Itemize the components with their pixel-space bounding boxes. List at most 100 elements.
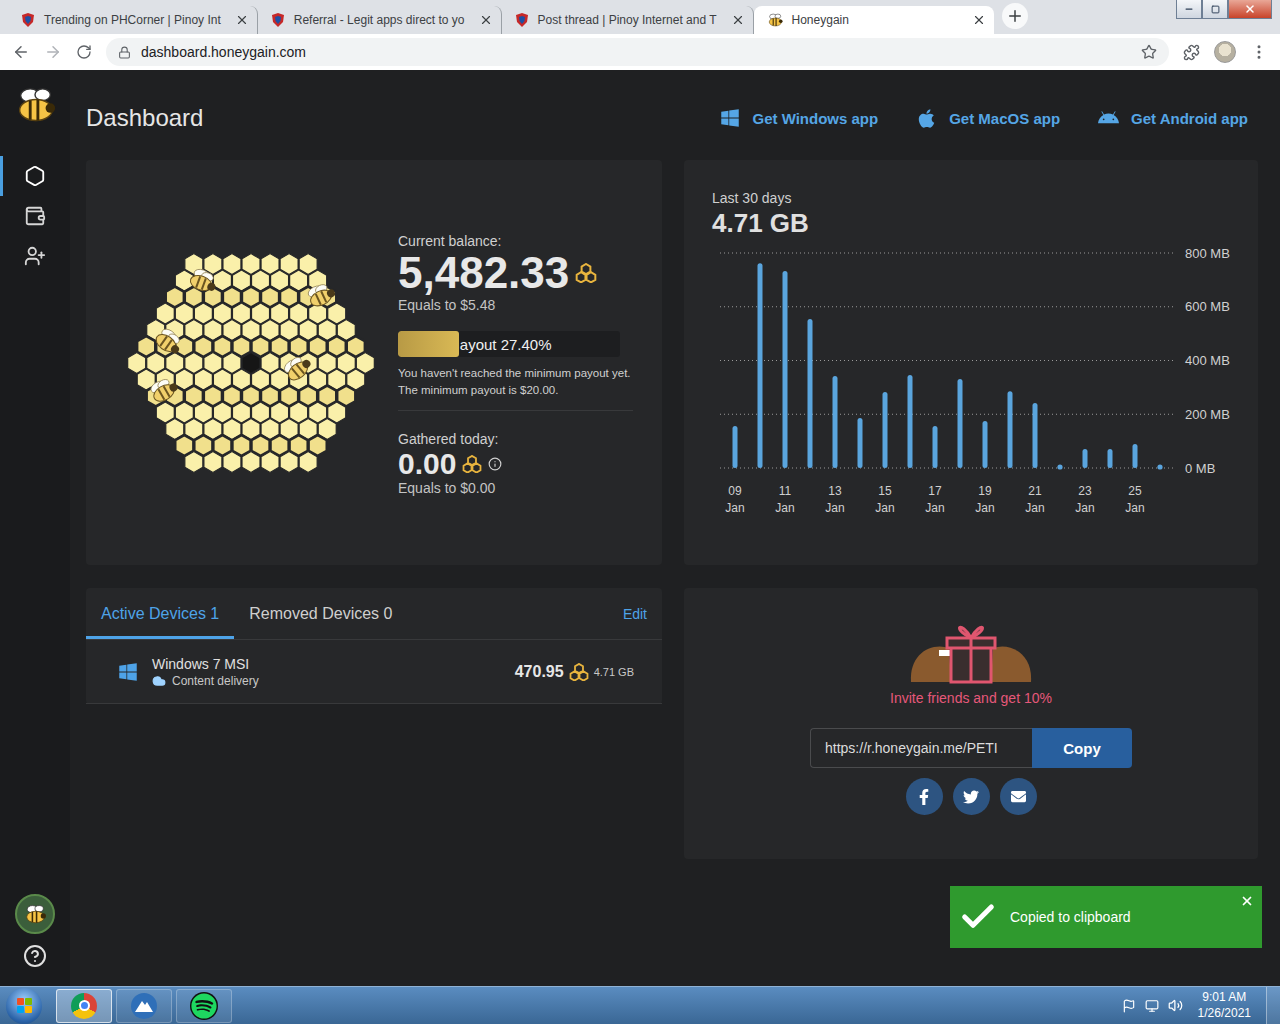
chart-bar[interactable] [1157,464,1162,469]
sidebar-nav [0,156,70,276]
show-desktop-button[interactable] [1266,987,1280,1024]
android-icon [1098,108,1119,129]
tab-close-button[interactable] [479,13,493,27]
sidebar-item[interactable] [0,236,70,276]
chart-bar[interactable] [758,263,763,468]
user-avatar[interactable] [15,894,55,934]
reload-icon [76,44,92,60]
toast-close-button[interactable] [1240,894,1254,908]
minimize-icon [1184,4,1194,14]
device-traffic: 4.71 GB [594,666,634,678]
traffic-chart: 800 MB600 MB400 MB200 MB0 MB09Jan11Jan13… [712,243,1242,523]
sidebar-item[interactable] [0,196,70,236]
referral-link-field[interactable]: https://r.honeygain.me/PETI [810,728,1032,768]
help-icon[interactable] [23,944,47,968]
chart-bar[interactable] [783,271,788,468]
x-tick: 13Jan [825,484,844,515]
profile-avatar[interactable] [1214,41,1236,63]
facebook-button[interactable] [906,778,943,815]
flag-icon[interactable] [1122,999,1136,1013]
device-stats: 470.954.71 GB [515,663,634,681]
page-header: DashboardGet Windows appGet MacOS appGet… [86,70,1260,160]
bee-icon [148,374,181,404]
menu-button[interactable] [1250,43,1268,61]
tab-strip: Trending on PHCorner | Pinoy IntReferral… [0,0,1280,34]
chart-bar[interactable] [1108,449,1113,468]
y-tick: 200 MB [720,407,1230,422]
taskbar: 9:01 AM1/26/2021 [0,986,1280,1024]
bookmark-button[interactable] [1141,44,1157,60]
windows-icon [720,108,740,128]
twitter-icon [963,789,979,805]
chart-bar[interactable] [808,319,813,468]
tab-close-button[interactable] [235,13,249,27]
x-tick-month: Jan [1025,501,1044,515]
x-tick-month: Jan [1075,501,1094,515]
browser-tab[interactable]: Post thread | Pinoy Internet and T [502,6,754,34]
extensions-button[interactable] [1183,44,1200,61]
browser-tab[interactable]: Trending on PHCorner | Pinoy Int [8,6,258,34]
network-icon[interactable] [1145,999,1159,1013]
copy-button[interactable]: Copy [1032,728,1132,768]
chart-bar[interactable] [1057,464,1062,469]
tab-close-button[interactable] [731,13,745,27]
device-tab[interactable]: Active Devices 1 [86,588,234,639]
close-icon [1244,3,1256,15]
chart-bar[interactable] [1083,449,1088,468]
taskbar-app[interactable] [56,989,112,1023]
chart-bar[interactable] [858,418,863,468]
twitter-button[interactable] [953,778,990,815]
chart-bar[interactable] [733,426,738,468]
today-label: Gathered today: [398,431,633,447]
reload-button[interactable] [76,44,92,60]
chart-bar[interactable] [958,379,963,468]
browser-tab[interactable]: Referral - Legit apps direct to yo [258,6,502,34]
app-links: Get Windows app Get MacOS app Get Android … [720,108,1260,129]
new-tab-button[interactable] [1002,3,1028,29]
chart-bar[interactable] [933,426,938,468]
email-button[interactable] [1000,778,1037,815]
taskbar-app[interactable] [176,989,232,1023]
referral-link-row: https://r.honeygain.me/PETICopy [810,728,1132,768]
taskbar-app[interactable] [116,989,172,1023]
device-row[interactable]: Windows 7 MSIContent delivery470.954.71 … [86,640,662,704]
edit-link[interactable]: Edit [623,606,662,622]
payout-note: You haven't reached the minimum payout y… [398,365,633,398]
clock[interactable]: 9:01 AM1/26/2021 [1192,990,1257,1021]
honeycomb-cell [242,451,260,472]
tab-close-button[interactable] [972,13,986,27]
close-window-button[interactable] [1228,0,1272,19]
browser-tab[interactable]: Honeygain [754,6,994,34]
x-tick-month: Jan [1125,501,1144,515]
chart-bar[interactable] [1133,444,1138,468]
sidebar-item[interactable] [0,156,70,196]
flag-pane [25,998,32,1005]
forward-button[interactable] [44,43,62,61]
puzzle-icon [1183,44,1200,61]
flag-pane [17,1006,24,1013]
chart-bar[interactable] [983,421,988,468]
x-tick-month: Jan [875,501,894,515]
volume-icon[interactable] [1168,998,1183,1013]
info-icon[interactable] [488,457,502,471]
chart-bar[interactable] [908,375,913,468]
chart-bar[interactable] [833,376,838,468]
start-button[interactable] [6,988,42,1024]
minimize-button[interactable] [1176,0,1202,19]
app-link-label: Get MacOS app [949,110,1060,127]
address-bar[interactable]: dashboard.honeygain.com [106,38,1169,66]
y-tick-label: 200 MB [1185,407,1230,422]
device-tab[interactable]: Removed Devices 0 [234,588,407,639]
honeycomb-icon [126,243,376,483]
chart-bar[interactable] [1008,391,1013,468]
x-tick-month: Jan [775,501,794,515]
app-link[interactable]: Get Android app [1098,108,1248,129]
app-link[interactable]: Get Windows app [720,108,878,129]
chart-bar[interactable] [883,392,888,468]
back-button[interactable] [12,43,30,61]
payout-fill [398,331,459,357]
app-link[interactable]: Get MacOS app [916,108,1060,129]
chart-bar[interactable] [1033,403,1038,468]
maximize-button[interactable] [1202,0,1228,19]
close-icon [235,13,249,27]
